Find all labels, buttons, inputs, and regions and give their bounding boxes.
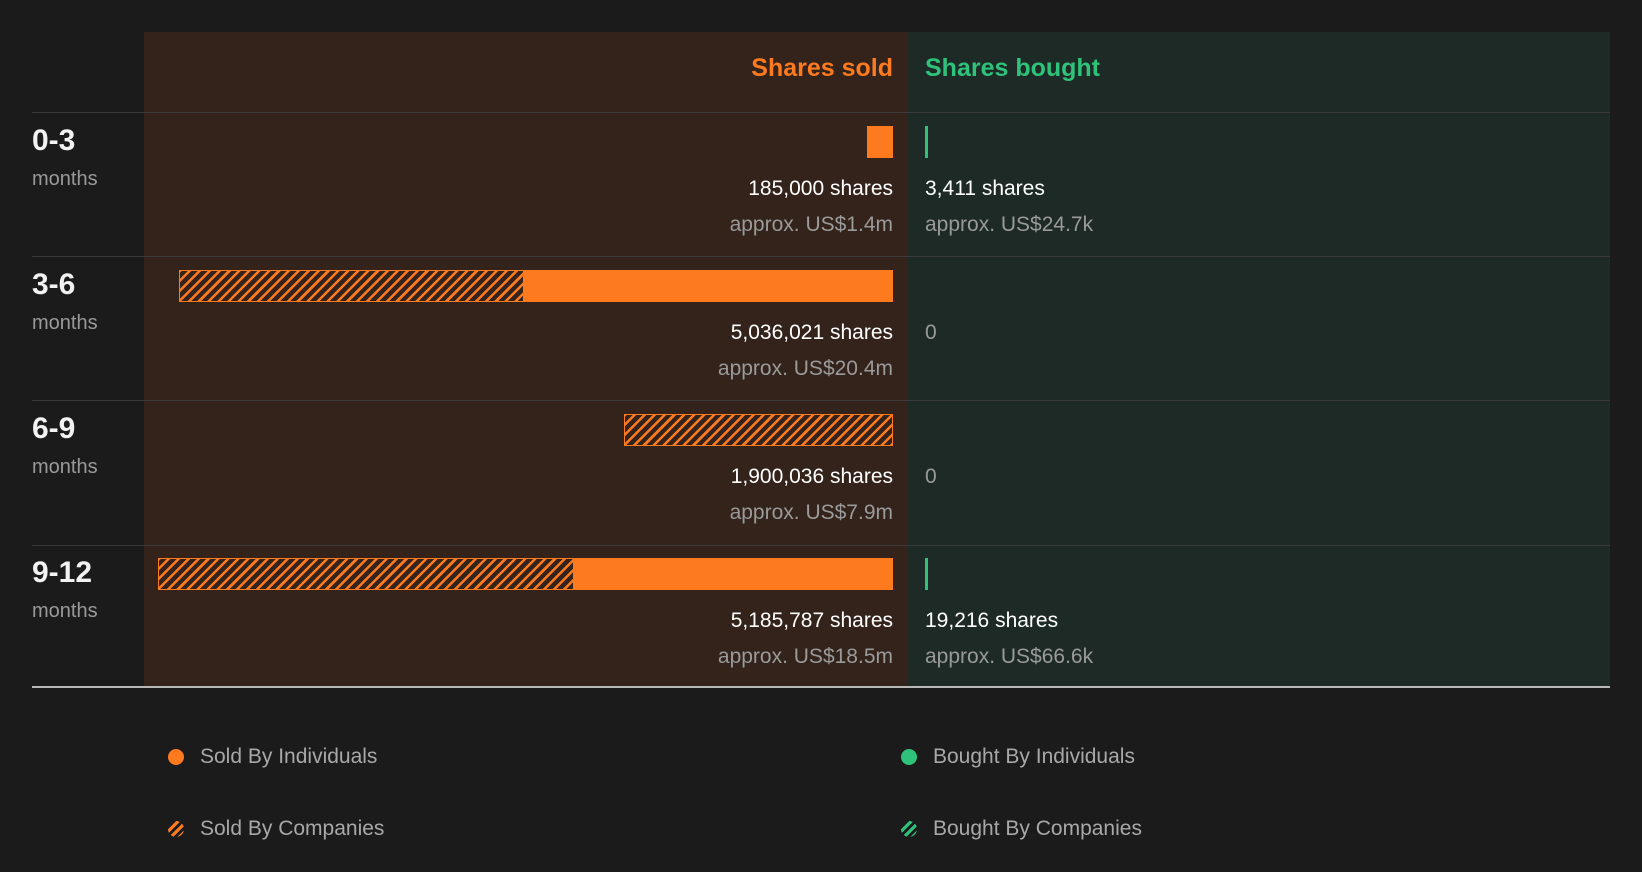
sold-shares: 5,185,787 shares xyxy=(730,609,893,632)
sold-shares: 1,900,036 shares xyxy=(730,465,893,488)
bought-values: 3,411 shares approx. US$24.7k xyxy=(925,177,1093,237)
sold-values: 5,185,787 shares approx. US$18.5m xyxy=(718,609,893,669)
bar-sold-companies xyxy=(158,558,575,590)
legend-bought-companies: Bought By Companies xyxy=(901,817,1142,841)
legend-sold-individuals: Sold By Individuals xyxy=(168,745,377,769)
bought-values: 0 xyxy=(925,321,937,345)
sold-approx: approx. US$1.4m xyxy=(729,213,893,236)
bought-shares: 0 xyxy=(925,465,937,488)
bought-values: 19,216 shares approx. US$66.6k xyxy=(925,609,1093,669)
legend-label: Sold By Individuals xyxy=(200,745,378,768)
sold-values: 1,900,036 shares approx. US$7.9m xyxy=(730,465,893,525)
bought-shares: 19,216 shares xyxy=(925,609,1059,632)
legend-label: Sold By Companies xyxy=(200,817,385,840)
row-range: 6-9 xyxy=(32,412,76,445)
hatched-dot-icon xyxy=(168,821,184,837)
bought-shares: 0 xyxy=(925,321,937,344)
sold-values: 185,000 shares approx. US$1.4m xyxy=(730,177,893,237)
sold-approx: approx. US$20.4m xyxy=(717,357,893,380)
bought-approx: approx. US$66.6k xyxy=(925,645,1094,668)
row-divider xyxy=(32,112,1610,113)
bar-sold-companies xyxy=(623,414,893,446)
legend-label: Bought By Individuals xyxy=(933,745,1135,768)
row-label: 6-9 months xyxy=(32,414,98,479)
sold-shares: 5,036,021 shares xyxy=(730,321,893,344)
chart-bottom-rule xyxy=(32,686,1610,688)
row-range: 9-12 xyxy=(32,556,93,589)
row-label: 0-3 months xyxy=(32,126,98,191)
row-divider xyxy=(32,545,1610,546)
bar-bought-individuals xyxy=(925,558,928,590)
bought-shares: 3,411 shares xyxy=(925,177,1045,200)
sold-values: 5,036,021 shares approx. US$20.4m xyxy=(718,321,893,381)
legend-sold-companies: Sold By Companies xyxy=(168,817,384,841)
hatched-dot-icon xyxy=(901,821,917,837)
bar-sold-companies xyxy=(179,270,525,302)
row-unit: months xyxy=(32,168,98,190)
bar-sold-individuals xyxy=(524,270,893,302)
legend-bought-individuals: Bought By Individuals xyxy=(901,745,1135,769)
row-divider xyxy=(32,400,1610,401)
row-range: 0-3 xyxy=(32,124,76,157)
row-range: 3-6 xyxy=(32,268,76,301)
row-divider xyxy=(32,256,1610,257)
sold-approx: approx. US$7.9m xyxy=(729,501,893,524)
legend-label: Bought By Companies xyxy=(933,817,1142,840)
bar-sold-individuals xyxy=(866,126,893,158)
row-unit: months xyxy=(32,600,98,622)
bought-approx: approx. US$24.7k xyxy=(925,213,1094,236)
shares-bought-panel xyxy=(908,32,1610,687)
row-label: 3-6 months xyxy=(32,270,98,335)
solid-dot-icon xyxy=(168,749,184,765)
shares-bought-header: Shares bought xyxy=(925,54,1101,82)
bar-sold-individuals xyxy=(574,558,893,590)
row-label: 9-12 months xyxy=(32,558,98,623)
row-unit: months xyxy=(32,456,98,478)
sold-approx: approx. US$18.5m xyxy=(717,645,893,668)
bought-values: 0 xyxy=(925,465,937,489)
shares-sold-header: Shares sold xyxy=(751,54,893,82)
sold-shares: 185,000 shares xyxy=(748,177,893,200)
solid-dot-icon xyxy=(901,749,917,765)
bar-bought-individuals xyxy=(925,126,928,158)
row-unit: months xyxy=(32,312,98,334)
